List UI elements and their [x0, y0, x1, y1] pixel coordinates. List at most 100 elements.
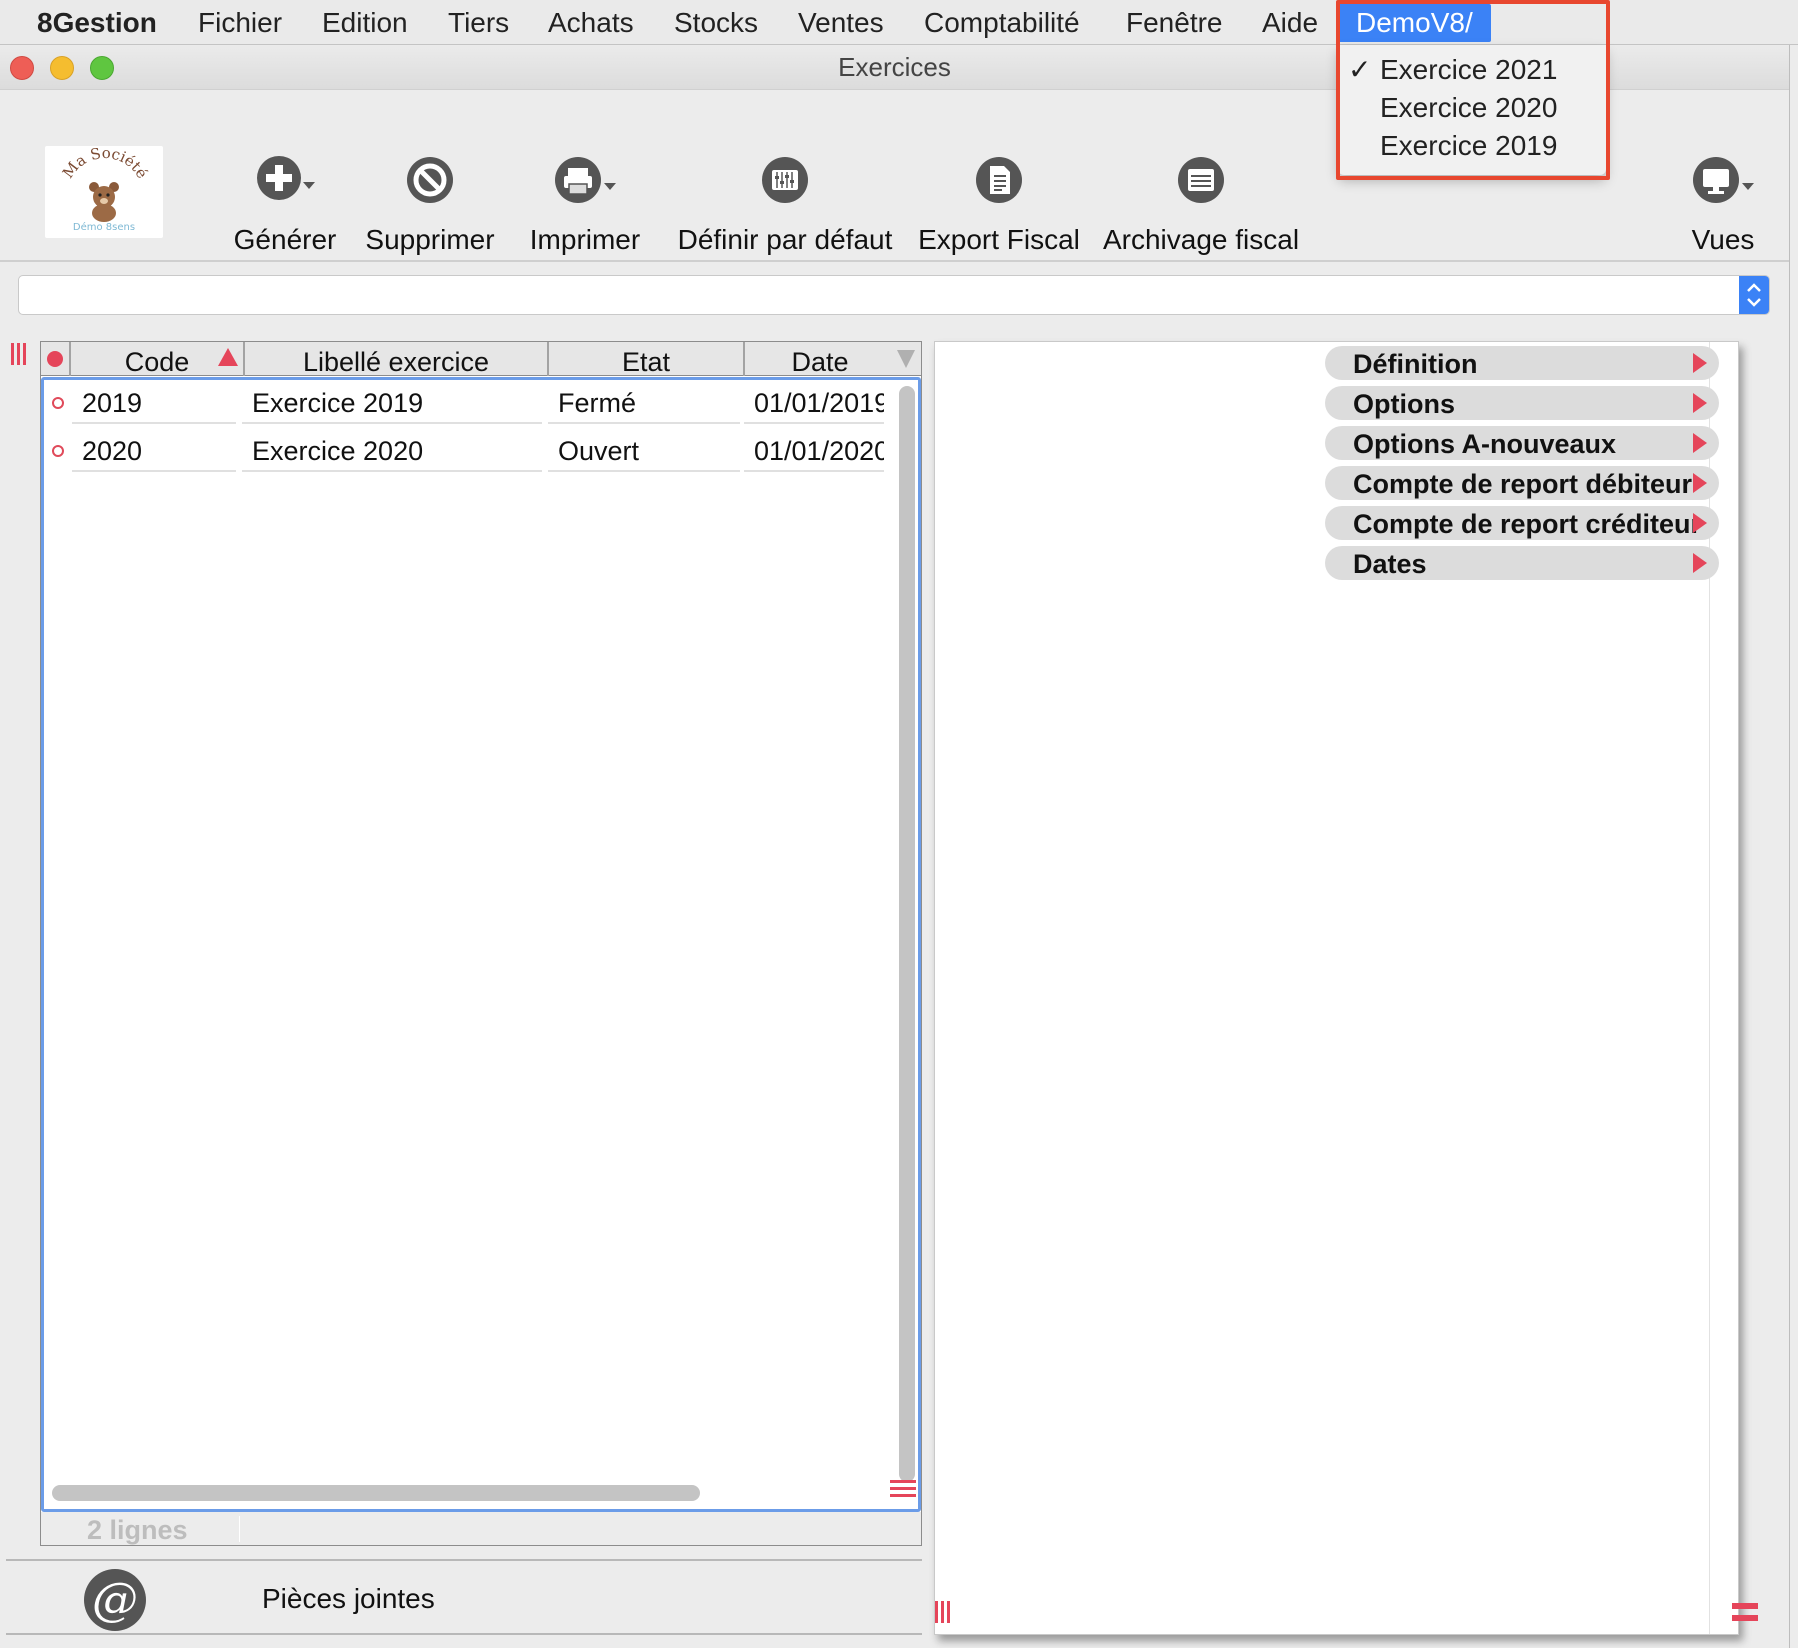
export-fiscal-label: Export Fiscal	[918, 224, 1080, 255]
section-compte-report-debiteur[interactable]: Compte de report débiteur	[1325, 466, 1719, 500]
generate-button[interactable]: Générer	[226, 154, 344, 256]
column-header-label[interactable]: Libellé exercice	[245, 342, 549, 377]
menu-ventes[interactable]: Ventes	[798, 5, 884, 41]
menu-demov8[interactable]: DemoV8/	[1338, 4, 1491, 42]
section-options[interactable]: Options	[1325, 386, 1719, 420]
row-status-icon	[52, 445, 64, 457]
row-resize-grip-icon[interactable]	[890, 1478, 916, 1505]
sliders-icon	[762, 157, 808, 203]
menu-fenetre[interactable]: Fenêtre	[1126, 5, 1223, 41]
column-header-date[interactable]: Date	[745, 342, 895, 377]
left-resize-grip-icon[interactable]	[10, 343, 28, 365]
views-label: Vues	[1691, 224, 1755, 255]
exercices-window: Exercices Ma Société Démo 8sens Générer …	[0, 45, 1790, 1648]
demov8-dropdown-menu: ✓ Exercice 2021 Exercice 2020 Exercice 2…	[1338, 45, 1606, 175]
chevron-updown-icon	[1747, 283, 1761, 307]
generate-label: Générer	[233, 224, 337, 255]
combo-stepper-button[interactable]	[1739, 276, 1769, 314]
menu-edition[interactable]: Edition	[322, 5, 408, 41]
table-row[interactable]: 2019 Exercice 2019 Fermé 01/01/2019	[44, 380, 884, 426]
sort-ascending-icon	[218, 348, 238, 366]
section-dates[interactable]: Dates	[1325, 546, 1719, 580]
menu-item-exercice-2019[interactable]: Exercice 2019	[1338, 127, 1606, 165]
menu-item-label: Exercice 2021	[1380, 54, 1558, 85]
set-default-label: Définir par défaut	[677, 224, 893, 255]
set-default-button[interactable]: Définir par défaut	[672, 154, 898, 256]
menu-achats[interactable]: Achats	[548, 5, 634, 41]
menu-bar: 8Gestion Fichier Edition Tiers Achats St…	[0, 0, 1798, 45]
screen: 8Gestion Fichier Edition Tiers Achats St…	[0, 0, 1798, 1648]
disclosure-arrow-icon	[1693, 353, 1707, 373]
exercise-selector-combo[interactable]	[18, 275, 1770, 315]
delete-label: Supprimer	[365, 224, 495, 255]
column-header-code-label: Code	[124, 347, 190, 377]
row-count: 2 lignes	[87, 1515, 188, 1545]
menu-stocks[interactable]: Stocks	[674, 5, 758, 41]
svg-text:Ma Société: Ma Société	[59, 146, 152, 182]
disclosure-arrow-icon	[1693, 433, 1707, 453]
prohibit-icon	[407, 157, 453, 203]
column-header-state[interactable]: Etat	[549, 342, 745, 377]
disclosure-arrow-icon	[1693, 473, 1707, 493]
column-header-code[interactable]: Code	[71, 342, 245, 377]
archive-icon	[1178, 157, 1224, 203]
menu-app-8gestion[interactable]: 8Gestion	[37, 5, 157, 41]
company-logo-image: Ma Société Démo 8sens	[59, 144, 152, 233]
disclosure-arrow-icon	[1693, 393, 1707, 413]
plus-circle-icon	[257, 156, 315, 200]
cell-date: 01/01/2020	[744, 428, 884, 472]
horizontal-scrollbar[interactable]	[52, 1485, 700, 1501]
views-button[interactable]: Vues	[1686, 154, 1760, 256]
delete-button[interactable]: Supprimer	[360, 154, 500, 256]
menu-fichier[interactable]: Fichier	[198, 5, 282, 41]
menu-item-exercice-2020[interactable]: Exercice 2020	[1338, 89, 1606, 127]
table-row[interactable]: 2020 Exercice 2020 Ouvert 01/01/2020	[44, 428, 884, 474]
details-panel: Définition Options Options A-nouveaux Co…	[934, 341, 1739, 1635]
export-fiscal-button[interactable]: Export Fiscal	[916, 154, 1082, 256]
print-button[interactable]: Imprimer	[522, 154, 648, 256]
menu-item-label: Exercice 2020	[1380, 92, 1558, 123]
print-label: Imprimer	[529, 224, 641, 255]
cell-label: Exercice 2019	[242, 380, 542, 424]
section-compte-report-crediteur[interactable]: Compte de report créditeur	[1325, 506, 1719, 540]
cell-date: 01/01/2019	[744, 380, 884, 424]
archive-fiscal-label: Archivage fiscal	[1102, 224, 1300, 255]
menu-item-label: Exercice 2019	[1380, 130, 1558, 161]
exercises-table: Code Libellé exercice Etat Date 2019 Exe…	[40, 341, 922, 1546]
section-label: Options	[1353, 389, 1455, 419]
menu-comptabilite[interactable]: Comptabilité	[924, 5, 1080, 41]
at-sign-icon[interactable]: @	[84, 1569, 146, 1631]
section-label: Dates	[1353, 549, 1427, 579]
cell-code: 2019	[72, 380, 236, 424]
printer-icon	[555, 157, 616, 203]
bottom-left-grip-icon[interactable]	[934, 1601, 952, 1623]
logo-arc-text: Ma Société	[59, 144, 152, 182]
attachments-bar[interactable]: @ Pièces jointes	[6, 1559, 922, 1635]
section-label: Compte de report créditeur	[1353, 509, 1702, 539]
cell-code: 2020	[72, 428, 236, 472]
column-menu-icon[interactable]	[895, 348, 917, 375]
menu-aide[interactable]: Aide	[1262, 5, 1318, 41]
status-dot-icon	[47, 351, 63, 367]
section-definition[interactable]: Définition	[1325, 346, 1719, 380]
archive-fiscal-button[interactable]: Archivage fiscal	[1100, 154, 1302, 256]
bottom-right-grip-icon[interactable]	[1732, 1601, 1758, 1623]
menu-tiers[interactable]: Tiers	[448, 5, 509, 41]
attachments-label: Pièces jointes	[262, 1583, 435, 1614]
vertical-scrollbar[interactable]	[899, 386, 915, 1482]
section-label: Compte de report débiteur	[1353, 469, 1693, 499]
table-header: Code Libellé exercice Etat Date	[41, 342, 921, 377]
company-logo: Ma Société Démo 8sens	[45, 144, 163, 238]
disclosure-arrow-icon	[1693, 553, 1707, 573]
cell-label: Exercice 2020	[242, 428, 542, 472]
section-options-a-nouveaux[interactable]: Options A-nouveaux	[1325, 426, 1719, 460]
table-body: 2019 Exercice 2019 Fermé 01/01/2019 2020…	[41, 377, 921, 1512]
row-count-footer: 2 lignes	[41, 1512, 921, 1545]
menu-item-exercice-2021[interactable]: ✓ Exercice 2021	[1338, 51, 1606, 89]
status-column-header[interactable]	[41, 342, 71, 376]
cell-state: Fermé	[548, 380, 740, 424]
checkmark-icon: ✓	[1348, 54, 1372, 85]
section-label: Définition	[1353, 349, 1478, 379]
document-icon	[976, 157, 1022, 203]
cell-state: Ouvert	[548, 428, 740, 472]
